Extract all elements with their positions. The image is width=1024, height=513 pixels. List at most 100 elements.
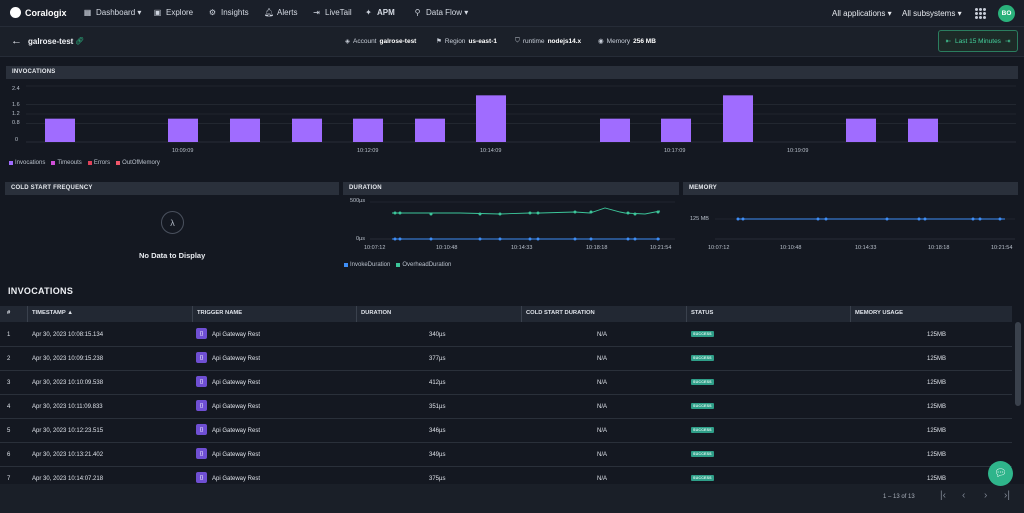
- invocation-bar[interactable]: [600, 118, 630, 142]
- time-range-icon: ⇤: [945, 38, 952, 45]
- legend-item[interactable]: OverheadDuration: [396, 262, 451, 268]
- api-gateway-icon: {}: [196, 376, 207, 387]
- nav-apm[interactable]: ✦ APM: [364, 8, 395, 17]
- data-point: [626, 237, 630, 241]
- last-page-icon[interactable]: ›|: [1004, 490, 1010, 501]
- row-memory: 125MB: [927, 356, 947, 362]
- x-tick: 10:12:09: [357, 148, 379, 154]
- invocation-bar[interactable]: [415, 118, 445, 142]
- apps-grid-icon[interactable]: [975, 8, 986, 19]
- runtime-icon: ⛉: [515, 37, 520, 44]
- row-timestamp: Apr 30, 2023 10:09:15.238: [32, 356, 104, 362]
- y-tick: 125 MB: [690, 216, 709, 222]
- api-gateway-icon: {}: [196, 448, 207, 459]
- legend-item[interactable]: Invocations: [9, 160, 45, 166]
- invocation-bar[interactable]: [661, 118, 691, 142]
- col-cold-start[interactable]: COLD START DURATION: [526, 310, 595, 316]
- nav-livetail[interactable]: ⇥ LiveTail: [312, 8, 352, 17]
- api-gateway-icon: {}: [196, 328, 207, 339]
- data-point: [478, 237, 482, 241]
- col-trigger[interactable]: TRIGGER NAME: [197, 310, 242, 316]
- prev-page-icon[interactable]: ‹: [962, 490, 965, 501]
- chat-icon[interactable]: 💬︎: [988, 461, 1013, 486]
- invocation-bar[interactable]: [45, 118, 75, 142]
- nav-dashboard[interactable]: ▦ Dashboard ▾: [83, 8, 142, 17]
- lambda-icon: λ: [161, 211, 184, 234]
- invocation-bar[interactable]: [908, 118, 938, 142]
- table-scrollbar[interactable]: [1015, 322, 1021, 406]
- next-page-icon[interactable]: ›: [984, 490, 987, 501]
- row-trigger: Api Gateway Rest: [212, 380, 261, 386]
- col-index: #: [7, 310, 11, 316]
- legend-item[interactable]: Timeouts: [51, 160, 82, 166]
- apm-icon: ✦: [365, 8, 372, 17]
- row-memory: 125MB: [927, 332, 947, 338]
- invocation-bar[interactable]: [292, 118, 322, 142]
- invocation-bar[interactable]: [723, 95, 753, 142]
- x-tick: 10:07:12: [364, 245, 386, 251]
- link-icon[interactable]: 🔗︎: [75, 37, 84, 45]
- avatar[interactable]: BO: [998, 5, 1015, 22]
- column-divider: [850, 306, 851, 322]
- applications-select[interactable]: All applications ▾: [832, 9, 892, 18]
- legend-item[interactable]: Errors: [87, 160, 110, 166]
- col-status[interactable]: STATUS: [691, 310, 713, 316]
- row-index: 2: [7, 356, 11, 362]
- memory-chart: [715, 217, 1015, 240]
- row-timestamp: Apr 30, 2023 10:14:07.218: [32, 476, 104, 482]
- invocation-bar[interactable]: [168, 118, 198, 142]
- legend-swatch: [87, 161, 92, 165]
- table-row[interactable]: 1 Apr 30, 2023 10:08:15.134 {} Api Gateway …: [0, 323, 1012, 347]
- legend-item[interactable]: InvokeDuration: [344, 262, 390, 268]
- back-arrow-icon[interactable]: ←: [11, 35, 22, 47]
- data-point: [633, 212, 637, 216]
- row-trigger: Api Gateway Rest: [212, 476, 261, 482]
- row-duration: 377µs: [429, 356, 446, 362]
- nav-insights[interactable]: ⚙ Insights: [208, 8, 249, 17]
- table-row[interactable]: 4 Apr 30, 2023 10:11:09.833 {} Api Gateway …: [0, 395, 1012, 419]
- row-duration: 349µs: [429, 452, 446, 458]
- nav-explore[interactable]: ▣ Explore: [153, 8, 193, 17]
- row-cold-start: N/A: [597, 476, 608, 482]
- row-trigger: Api Gateway Rest: [212, 404, 261, 410]
- runtime-meta: ⛉ runtime nodejs14.x: [515, 37, 582, 45]
- nav-dataflow[interactable]: ⚲ Data Flow ▾: [413, 8, 469, 17]
- row-memory: 125MB: [927, 428, 947, 434]
- nav-alerts[interactable]: 🔔︎ Alerts: [264, 8, 297, 17]
- status-badge: SUCCESS: [691, 331, 714, 337]
- legend-item[interactable]: OutOfMemory: [116, 160, 160, 166]
- table-row[interactable]: 6 Apr 30, 2023 10:13:21.402 {} Api Gateway …: [0, 443, 1012, 467]
- col-timestamp[interactable]: TIMESTAMP ▲: [32, 310, 73, 316]
- data-point: [736, 217, 740, 221]
- x-tick: 10:14:33: [511, 245, 533, 251]
- row-duration: 346µs: [429, 428, 446, 434]
- data-point: [393, 237, 397, 241]
- status-badge: SUCCESS: [691, 475, 714, 481]
- x-tick: 10:17:09: [664, 148, 686, 154]
- data-point: [398, 237, 402, 241]
- brand-logo[interactable]: Coralogix: [10, 7, 67, 18]
- invocation-bar[interactable]: [476, 95, 506, 142]
- status-badge: SUCCESS: [691, 355, 714, 361]
- col-memory[interactable]: MEMORY USAGE: [855, 310, 903, 316]
- row-cold-start: N/A: [597, 332, 608, 338]
- row-cold-start: N/A: [597, 356, 608, 362]
- invocation-bar[interactable]: [353, 118, 383, 142]
- table-row[interactable]: 5 Apr 30, 2023 10:12:23.515 {} Api Gateway …: [0, 419, 1012, 443]
- y-tick: 0.8: [12, 120, 20, 126]
- subsystems-select[interactable]: All subsystems ▾: [902, 9, 962, 18]
- invocation-bar[interactable]: [230, 118, 260, 142]
- data-point: [626, 211, 630, 215]
- time-range-button[interactable]: ⇤ Last 15 Minutes ⇥: [938, 30, 1018, 52]
- brand-name: Coralogix: [25, 7, 67, 18]
- table-header: # TIMESTAMP ▲ TRIGGER NAME DURATION COLD…: [0, 306, 1012, 322]
- table-row[interactable]: 3 Apr 30, 2023 10:10:09.538 {} Api Gateway …: [0, 371, 1012, 395]
- invocation-bar[interactable]: [846, 118, 876, 142]
- duration-panel-title: DURATION: [343, 182, 679, 195]
- col-duration[interactable]: DURATION: [361, 310, 391, 316]
- data-point: [978, 217, 982, 221]
- row-cold-start: N/A: [597, 452, 608, 458]
- time-range-next-icon: ⇥: [1004, 38, 1011, 45]
- first-page-icon[interactable]: |‹: [940, 490, 946, 501]
- table-row[interactable]: 2 Apr 30, 2023 10:09:15.238 {} Api Gateway …: [0, 347, 1012, 371]
